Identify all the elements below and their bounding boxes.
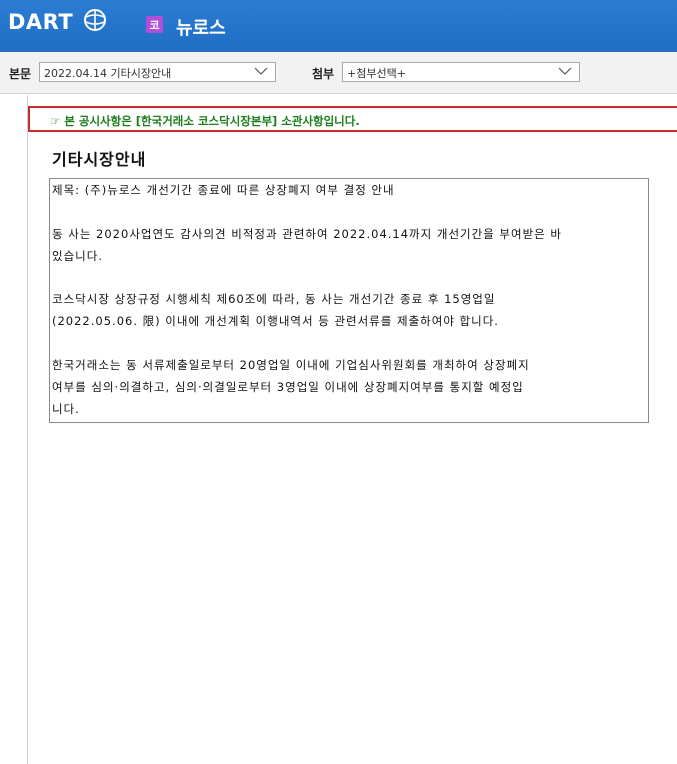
document-body: 제목: (주)뉴로스 개선기간 종료에 따른 상장폐지 여부 결정 안내 동 사…	[49, 178, 649, 423]
market-badge: 코	[146, 16, 163, 33]
main-doc-select-value: 2022.04.14 기타시장안내	[44, 67, 172, 80]
notice-text: ☞ 본 공시사항은 [한국거래소 코스닥시장본부] 소관사항입니다.	[50, 114, 360, 128]
company-name: 뉴로스	[176, 18, 226, 39]
chevron-down-icon	[558, 67, 572, 75]
paragraph-1-line-1: 동 사는 2020사업연도 감사의견 비적정과 관련하여 2022.04.14까…	[52, 227, 562, 241]
paragraph-1-line-2: 있습니다.	[52, 249, 103, 263]
subject-line: 제목: (주)뉴로스 개선기간 종료에 따른 상장폐지 여부 결정 안내	[52, 183, 395, 197]
main-doc-label: 본문	[9, 67, 32, 81]
left-gutter-divider	[27, 95, 28, 764]
attachment-select[interactable]: +첨부선택+	[342, 62, 580, 82]
app-header: DART 코 뉴로스	[0, 0, 677, 52]
document-toolbar: 본문 2022.04.14 기타시장안내 첨부 +첨부선택+	[0, 52, 677, 94]
main-doc-select[interactable]: 2022.04.14 기타시장안내	[39, 62, 276, 82]
dart-logo[interactable]: DART	[8, 9, 73, 35]
paragraph-3-line-1: 한국거래소는 동 서류제출일로부터 20영업일 이내에 기업심사위원회를 개최하…	[52, 358, 530, 372]
attachment-select-value: +첨부선택+	[347, 67, 406, 80]
logo-text: DART	[8, 10, 74, 34]
globe-icon	[84, 9, 106, 31]
paragraph-2-line-1: 코스닥시장 상장규정 시행세칙 제60조에 따라, 동 사는 개선기간 종료 후…	[52, 292, 496, 306]
chevron-down-icon	[254, 67, 268, 75]
paragraph-3-line-2: 여부를 심의·의결하고, 심의·의결일로부터 3영업일 이내에 상장폐지여부를 …	[52, 380, 524, 394]
jurisdiction-notice: ☞ 본 공시사항은 [한국거래소 코스닥시장본부] 소관사항입니다.	[28, 106, 677, 132]
document-title: 기타시장안내	[52, 150, 147, 169]
paragraph-3-line-3: 니다.	[52, 402, 80, 416]
attachment-label: 첨부	[312, 67, 335, 81]
paragraph-2-line-2: (2022.05.06. 限) 이내에 개선계획 이행내역서 등 관련서류를 제…	[52, 314, 499, 328]
